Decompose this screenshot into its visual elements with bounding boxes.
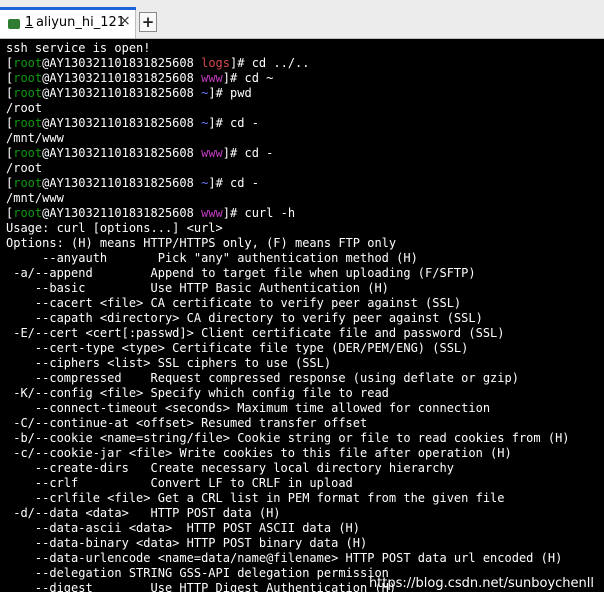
prompt-host: @AY130321101831825608 xyxy=(42,206,194,220)
prompt-symbol: # xyxy=(215,86,223,100)
output-line: --create-dirs Create necessary local dir… xyxy=(6,461,454,475)
prompt-line: [root@AY130321101831825608 www]# cd ~ xyxy=(6,71,604,86)
output-line: ssh service is open! xyxy=(6,41,151,55)
output-line: --crlfile <file> Get a CRL list in PEM f… xyxy=(6,491,505,505)
prompt-directory: logs xyxy=(201,56,230,70)
output-line: --connect-timeout <seconds> Maximum time… xyxy=(6,401,491,415)
prompt-close-bracket: ] xyxy=(208,116,216,130)
prompt-line: [root@AY130321101831825608 www]# curl -h xyxy=(6,206,604,221)
output-line: --data-ascii <data> HTTP POST ASCII data… xyxy=(6,521,361,535)
prompt-user: root xyxy=(13,176,43,190)
output-line: --capath <directory> CA directory to ver… xyxy=(6,311,483,325)
tab-aliyun-hi-121[interactable]: 1 aliyun_hi_121 × xyxy=(0,7,136,38)
prompt-directory: www xyxy=(201,206,223,220)
new-tab-button[interactable]: + xyxy=(139,12,157,32)
prompt-line: [root@AY130321101831825608 www]# cd - xyxy=(6,146,604,161)
output-line: --crlf Convert LF to CRLF in upload xyxy=(6,476,353,490)
output-line: -E/--cert <cert[:passwd]> Client certifi… xyxy=(6,326,505,340)
prompt-host: @AY130321101831825608 xyxy=(42,56,194,70)
output-line: --compressed Request compressed response… xyxy=(6,371,519,385)
prompt-close-bracket: ] xyxy=(222,146,231,160)
output-line: --ciphers <list> SSL ciphers to use (SSL… xyxy=(6,356,332,370)
prompt-symbol: # xyxy=(215,176,223,190)
output-line: /mnt/www xyxy=(6,131,64,145)
prompt-host: @AY130321101831825608 xyxy=(42,116,194,130)
tab-title: aliyun_hi_121 xyxy=(36,15,126,30)
prompt-user: root xyxy=(13,71,43,85)
output-line: --cert-type <type> Certificate file type… xyxy=(6,341,469,355)
prompt-host: @AY130321101831825608 xyxy=(42,71,194,85)
prompt-user: root xyxy=(13,86,43,100)
output-line: --cacert <file> CA certificate to verify… xyxy=(6,296,462,310)
output-line: -a/--append Append to target file when u… xyxy=(6,266,476,280)
prompt-host: @AY130321101831825608 xyxy=(42,86,194,100)
prompt-line: [root@AY130321101831825608 ~]# cd - xyxy=(6,176,604,191)
prompt-close-bracket: ] xyxy=(222,206,231,220)
command-text: cd - xyxy=(230,176,259,190)
tab-number: 1 xyxy=(25,15,34,30)
command-text: cd ~ xyxy=(244,71,274,85)
output-line: Options: (H) means HTTP/HTTPS only, (F) … xyxy=(6,236,397,250)
output-line: --basic Use HTTP Basic Authentication (H… xyxy=(6,281,389,295)
output-line: -K/--config <file> Specify which config … xyxy=(6,386,389,400)
terminal-session-icon xyxy=(8,19,20,29)
output-line: -b/--cookie <name=string/file> Cookie st… xyxy=(6,431,570,445)
prompt-user: root xyxy=(13,116,43,130)
output-line: --data-urlencode <name=data/name@filenam… xyxy=(6,551,563,565)
prompt-close-bracket: ] xyxy=(208,86,216,100)
prompt-user: root xyxy=(13,56,43,70)
prompt-user: root xyxy=(13,206,43,220)
command-text: cd - xyxy=(244,146,274,160)
prompt-directory: www xyxy=(201,71,223,85)
command-text: pwd xyxy=(230,86,252,100)
output-line: --anyauth Pick "any" authentication meth… xyxy=(6,251,418,265)
prompt-close-bracket: ] xyxy=(208,176,216,190)
watermark: https://blog.csdn.net/sunboychenll xyxy=(368,576,594,591)
close-icon[interactable]: × xyxy=(119,13,131,29)
prompt-directory: www xyxy=(201,146,223,160)
prompt-host: @AY130321101831825608 xyxy=(42,146,194,160)
prompt-line: [root@AY130321101831825608 ~]# cd - xyxy=(6,116,604,131)
output-line: /root xyxy=(6,161,43,175)
output-line: -d/--data <data> HTTP POST data (H) xyxy=(6,506,281,520)
output-line: /mnt/www xyxy=(6,191,64,205)
output-line: -C/--continue-at <offset> Resumed transf… xyxy=(6,416,368,430)
output-line: -c/--cookie-jar <file> Write cookies to … xyxy=(6,446,512,460)
prompt-symbol: # xyxy=(215,116,223,130)
command-text: cd ../.. xyxy=(251,56,310,70)
prompt-line: [root@AY130321101831825608 ~]# pwd xyxy=(6,86,604,101)
command-text: curl -h xyxy=(244,206,296,220)
command-text: cd - xyxy=(230,116,259,130)
tab-bar: 1 aliyun_hi_121 × + xyxy=(0,0,604,39)
terminal-output[interactable]: ssh service is open! [root@AY130321101831… xyxy=(6,41,604,592)
tab-active-indicator xyxy=(0,7,136,10)
output-line: Usage: curl [options...] <url> xyxy=(6,221,223,235)
output-line: /root xyxy=(6,101,43,115)
prompt-close-bracket: ] xyxy=(222,71,231,85)
prompt-line: [root@AY130321101831825608 logs]# cd ../… xyxy=(6,56,604,71)
prompt-host: @AY130321101831825608 xyxy=(42,176,194,190)
prompt-user: root xyxy=(13,146,43,160)
output-line: --data-binary <data> HTTP POST binary da… xyxy=(6,536,368,550)
